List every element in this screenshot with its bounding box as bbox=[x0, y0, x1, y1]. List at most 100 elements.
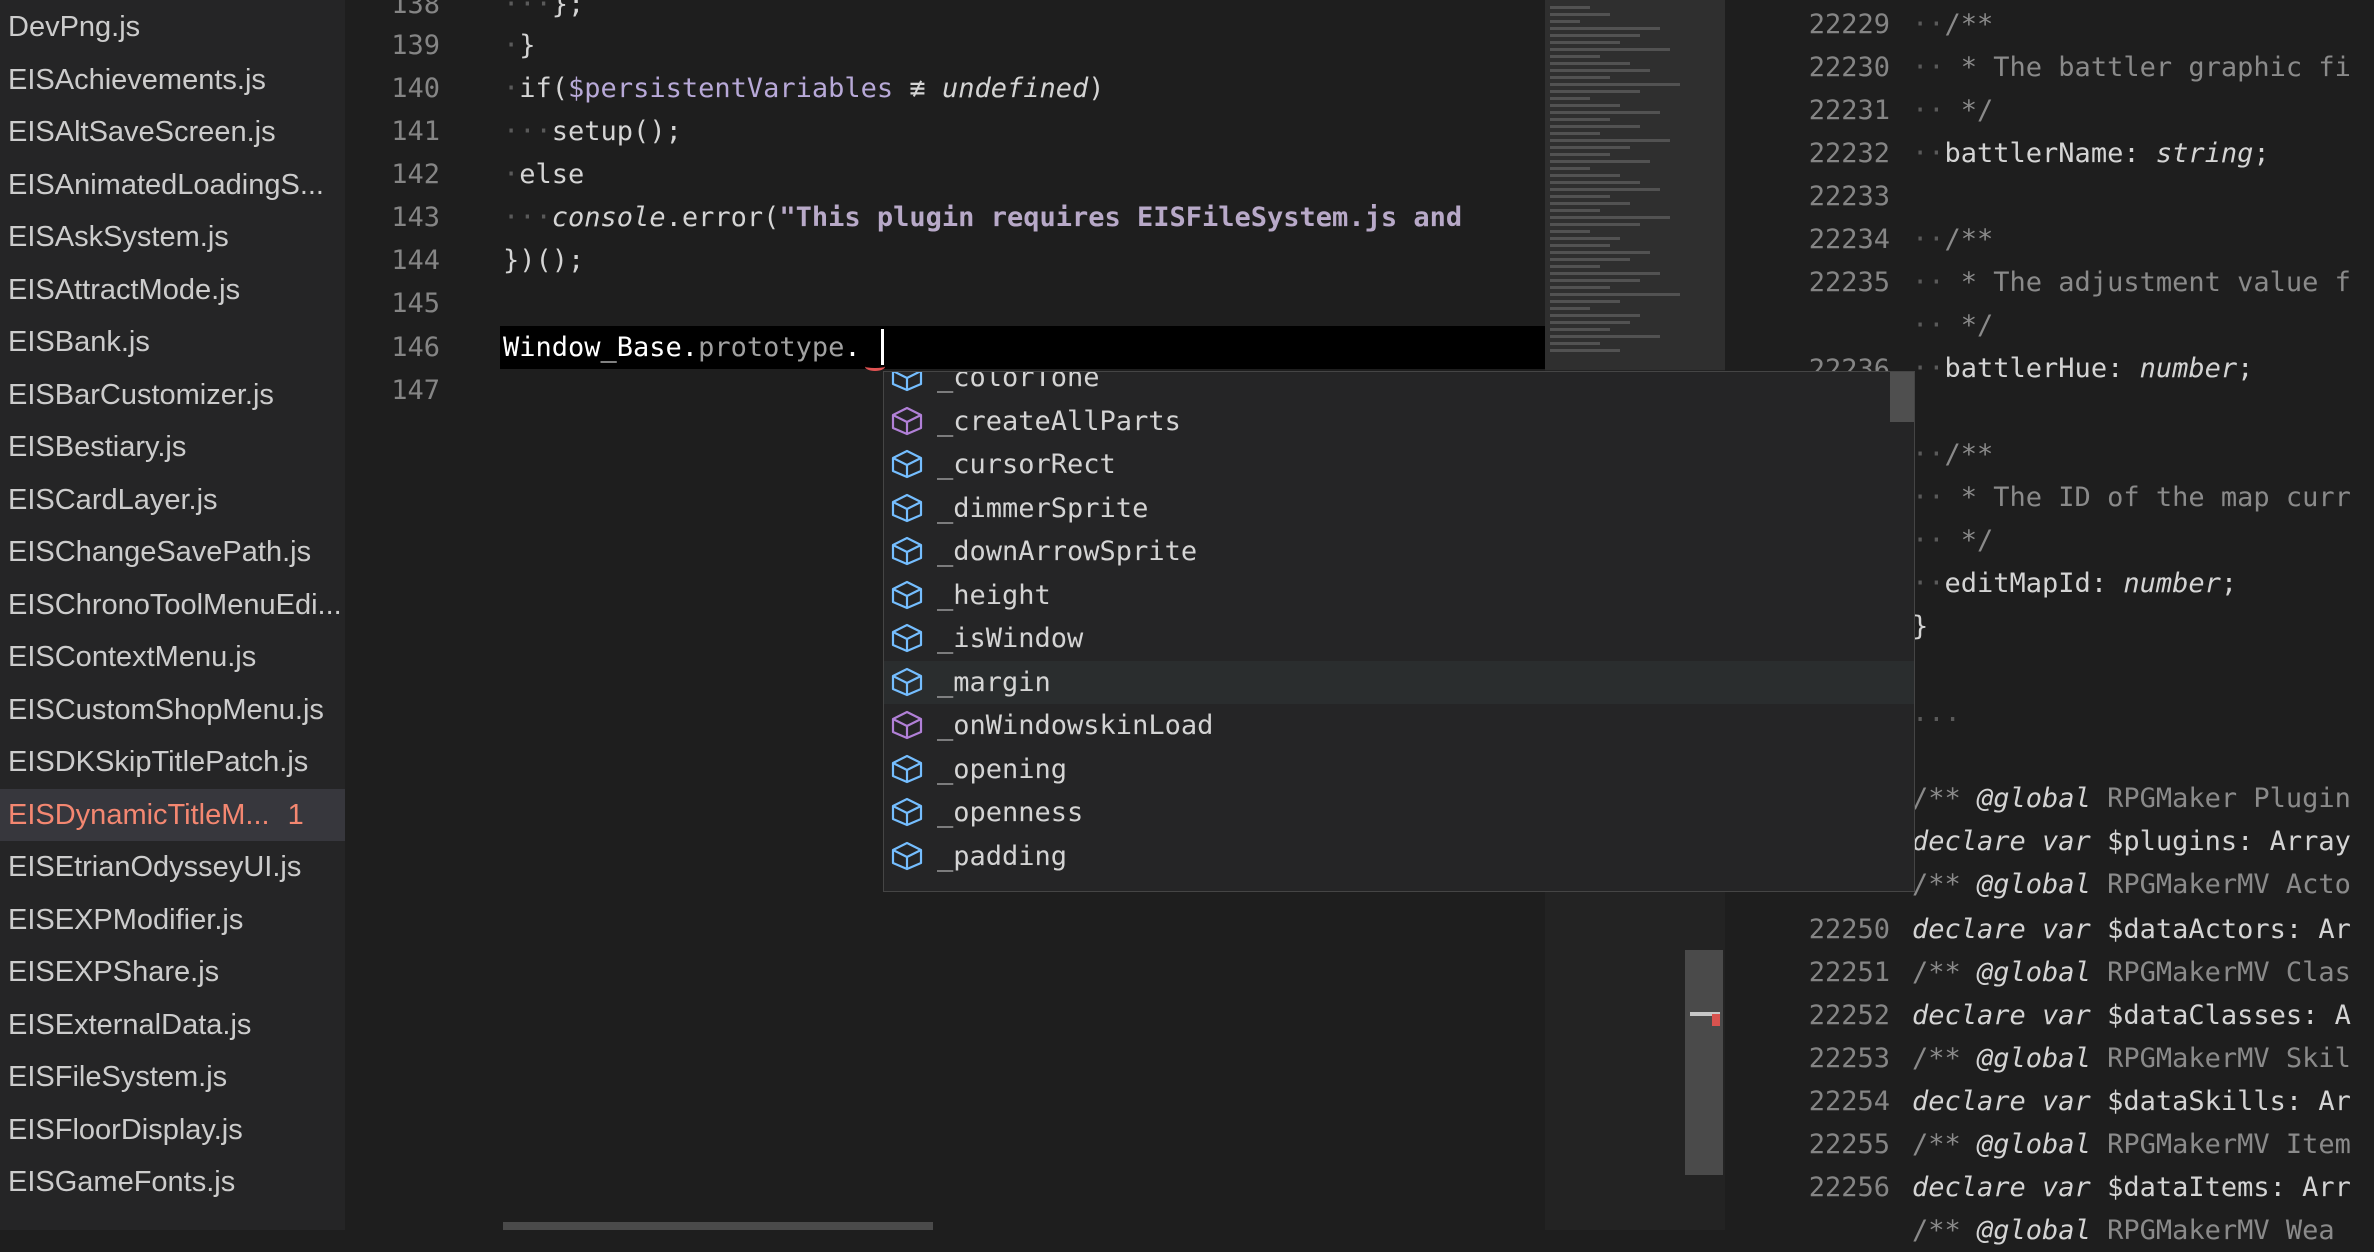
suggest-label: _padding bbox=[937, 840, 1068, 872]
code-line[interactable]: declare var $dataSkills: Ar bbox=[1912, 1080, 2351, 1123]
file-item[interactable]: EISFileSystem.js bbox=[0, 1051, 345, 1103]
code-line[interactable]: /** @global RPGMakerMV Acto bbox=[1912, 863, 2351, 906]
line-number: 142 bbox=[391, 159, 440, 190]
code-comment: */ bbox=[1944, 310, 1994, 341]
minimap-line bbox=[1550, 251, 1650, 254]
line-number: 22254 bbox=[1808, 1086, 1890, 1117]
code-line[interactable]: ·· * The battler graphic fi bbox=[1912, 46, 2351, 89]
code-variable: $persistentVariables bbox=[568, 73, 894, 104]
file-item[interactable]: EISDynamicTitleM... 1 bbox=[0, 788, 345, 841]
code-line[interactable]: ·· * The ID of the map curr bbox=[1912, 476, 2351, 519]
code-comment: /** bbox=[1912, 783, 1978, 814]
code-line[interactable]: ·if($persistentVariables ≢ undefined) bbox=[503, 67, 1105, 110]
file-item[interactable]: EISEtrianOdysseyUI.js bbox=[0, 841, 345, 893]
file-item[interactable]: EISGameFonts.js bbox=[0, 1156, 345, 1208]
code-line[interactable]: declare var $dataClasses: A bbox=[1912, 994, 2351, 1037]
suggest-item[interactable]: _opening bbox=[884, 748, 1914, 791]
file-item[interactable]: EISChronoToolMenuEdi... bbox=[0, 579, 345, 631]
code-line[interactable]: ··battlerHue: number; bbox=[1912, 347, 2253, 390]
autocomplete-suggest-widget[interactable]: _colorTone _createAllParts _cursorRect _dim… bbox=[883, 371, 1915, 892]
code-line[interactable]: /** @global RPGMakerMV Skil bbox=[1912, 1037, 2351, 1080]
code-declaration: $dataItems: Arr bbox=[2090, 1172, 2351, 1203]
code-type: number bbox=[2123, 568, 2221, 599]
suggest-item[interactable]: _colorTone bbox=[884, 372, 1914, 399]
file-name: EISCustomShopMenu.js bbox=[8, 693, 324, 726]
minimap-line bbox=[1550, 118, 1610, 121]
code-line[interactable]: ···setup(); bbox=[503, 110, 682, 153]
line-number: 138 bbox=[391, 0, 440, 20]
text-caret bbox=[881, 329, 884, 365]
code-line[interactable]: ·· */ bbox=[1912, 519, 1993, 562]
file-item[interactable]: EISEXPModifier.js bbox=[0, 894, 345, 946]
horizontal-scrollbar[interactable] bbox=[503, 1222, 933, 1230]
minimap-line bbox=[1550, 62, 1630, 65]
file-item[interactable]: EISAskSystem.js bbox=[0, 211, 345, 263]
file-item[interactable]: EISContextMenu.js bbox=[0, 631, 345, 683]
code-line[interactable]: ··/** bbox=[1912, 218, 1993, 261]
file-item[interactable]: EISBarCustomizer.js bbox=[0, 369, 345, 421]
code-line[interactable]: declare var $dataActors: Ar bbox=[1912, 908, 2351, 951]
code-line[interactable]: ···console.error("This plugin requires E… bbox=[503, 196, 1462, 239]
suggest-item[interactable]: _cursorRect bbox=[884, 443, 1914, 486]
suggest-item[interactable]: _dimmerSprite bbox=[884, 487, 1914, 530]
code-line[interactable]: })(); bbox=[503, 239, 584, 282]
file-item[interactable]: EISAchievements.js bbox=[0, 54, 345, 106]
suggest-item[interactable]: _onWindowskinLoad bbox=[884, 704, 1914, 747]
file-item[interactable]: EISDKSkipTitlePatch.js bbox=[0, 736, 345, 788]
code-type: string bbox=[2155, 138, 2254, 169]
code-line[interactable]: ··/** bbox=[1912, 3, 1993, 46]
code-line[interactable]: ·} bbox=[503, 24, 536, 67]
code-line[interactable]: ··battlerName: string; bbox=[1912, 132, 2270, 175]
code-line[interactable]: ·· * The adjustment value f bbox=[1912, 261, 2351, 304]
code-line[interactable]: /** @global RPGMaker Plugin bbox=[1912, 777, 2351, 820]
file-item[interactable]: EISFloorDisplay.js bbox=[0, 1104, 345, 1156]
file-item[interactable]: EISCardLayer.js bbox=[0, 474, 345, 526]
code-line[interactable]: ... bbox=[1912, 691, 1961, 734]
code-line[interactable]: ···}; bbox=[503, 0, 584, 26]
file-item[interactable]: EISBestiary.js bbox=[0, 421, 345, 473]
vertical-scrollbar[interactable] bbox=[1685, 950, 1723, 1175]
minimap-line bbox=[1550, 223, 1640, 226]
code-line[interactable]: ·else bbox=[503, 153, 584, 196]
file-item[interactable]: DevPng.js bbox=[0, 1, 345, 53]
code-line[interactable]: ·· */ bbox=[1912, 89, 1993, 132]
code-line[interactable]: declare var $plugins: Array bbox=[1912, 820, 2351, 863]
code-line[interactable]: /** @global RPGMakerMV Item bbox=[1912, 1123, 2351, 1166]
file-item[interactable]: EISBank.js bbox=[0, 316, 345, 368]
file-name: EISBarCustomizer.js bbox=[8, 378, 274, 411]
suggest-label: _height bbox=[937, 579, 1051, 611]
field-cube-icon bbox=[890, 580, 924, 610]
minimap-line bbox=[1550, 195, 1610, 198]
file-item[interactable]: EISCustomShopMenu.js bbox=[0, 684, 345, 736]
code-line[interactable]: ·· */ bbox=[1912, 304, 1993, 347]
code-text: }; bbox=[551, 0, 585, 20]
minimap-line bbox=[1550, 90, 1640, 93]
file-item[interactable]: EISAttractMode.js bbox=[0, 264, 345, 316]
file-name: EISAnimatedLoadingS... bbox=[8, 168, 324, 201]
suggest-item[interactable]: _downArrowSprite bbox=[884, 530, 1914, 573]
file-item[interactable]: EISAnimatedLoadingS... bbox=[0, 159, 345, 211]
file-name: EISEXPModifier.js bbox=[8, 903, 244, 936]
code-operator: ≢ bbox=[893, 73, 942, 104]
code-line[interactable]: ··editMapId: number; bbox=[1912, 562, 2237, 605]
suggest-item[interactable]: _isWindow bbox=[884, 617, 1914, 660]
file-item[interactable]: EISAltSaveScreen.js bbox=[0, 106, 345, 158]
code-line[interactable]: declare var $dataItems: Arr bbox=[1912, 1166, 2351, 1209]
suggest-item[interactable]: _createAllParts bbox=[884, 400, 1914, 443]
code-line-current[interactable]: Window_Base.prototype. bbox=[503, 326, 861, 369]
file-item[interactable]: EISEXPShare.js bbox=[0, 946, 345, 998]
code-comment: RPGMaker Plugin bbox=[2090, 783, 2351, 814]
code-object: Window_Base. bbox=[503, 332, 699, 363]
code-line[interactable]: /** @global RPGMakerMV Clas bbox=[1912, 951, 2351, 994]
suggest-item[interactable]: _padding bbox=[884, 835, 1914, 878]
field-cube-icon bbox=[890, 797, 924, 827]
code-line[interactable]: /** @global RPGMakerMV Wea bbox=[1912, 1209, 2335, 1252]
suggest-scrollbar[interactable] bbox=[1890, 372, 1914, 422]
code-line[interactable]: ··/** bbox=[1912, 433, 1993, 476]
file-item[interactable]: EISExternalData.js bbox=[0, 999, 345, 1051]
file-item[interactable]: EISChangeSavePath.js bbox=[0, 526, 345, 578]
code-semicolon: ; bbox=[2220, 568, 2238, 599]
suggest-item[interactable]: _height bbox=[884, 574, 1914, 617]
suggest-item[interactable]: _margin bbox=[884, 660, 1914, 704]
suggest-item[interactable]: _openness bbox=[884, 791, 1914, 834]
